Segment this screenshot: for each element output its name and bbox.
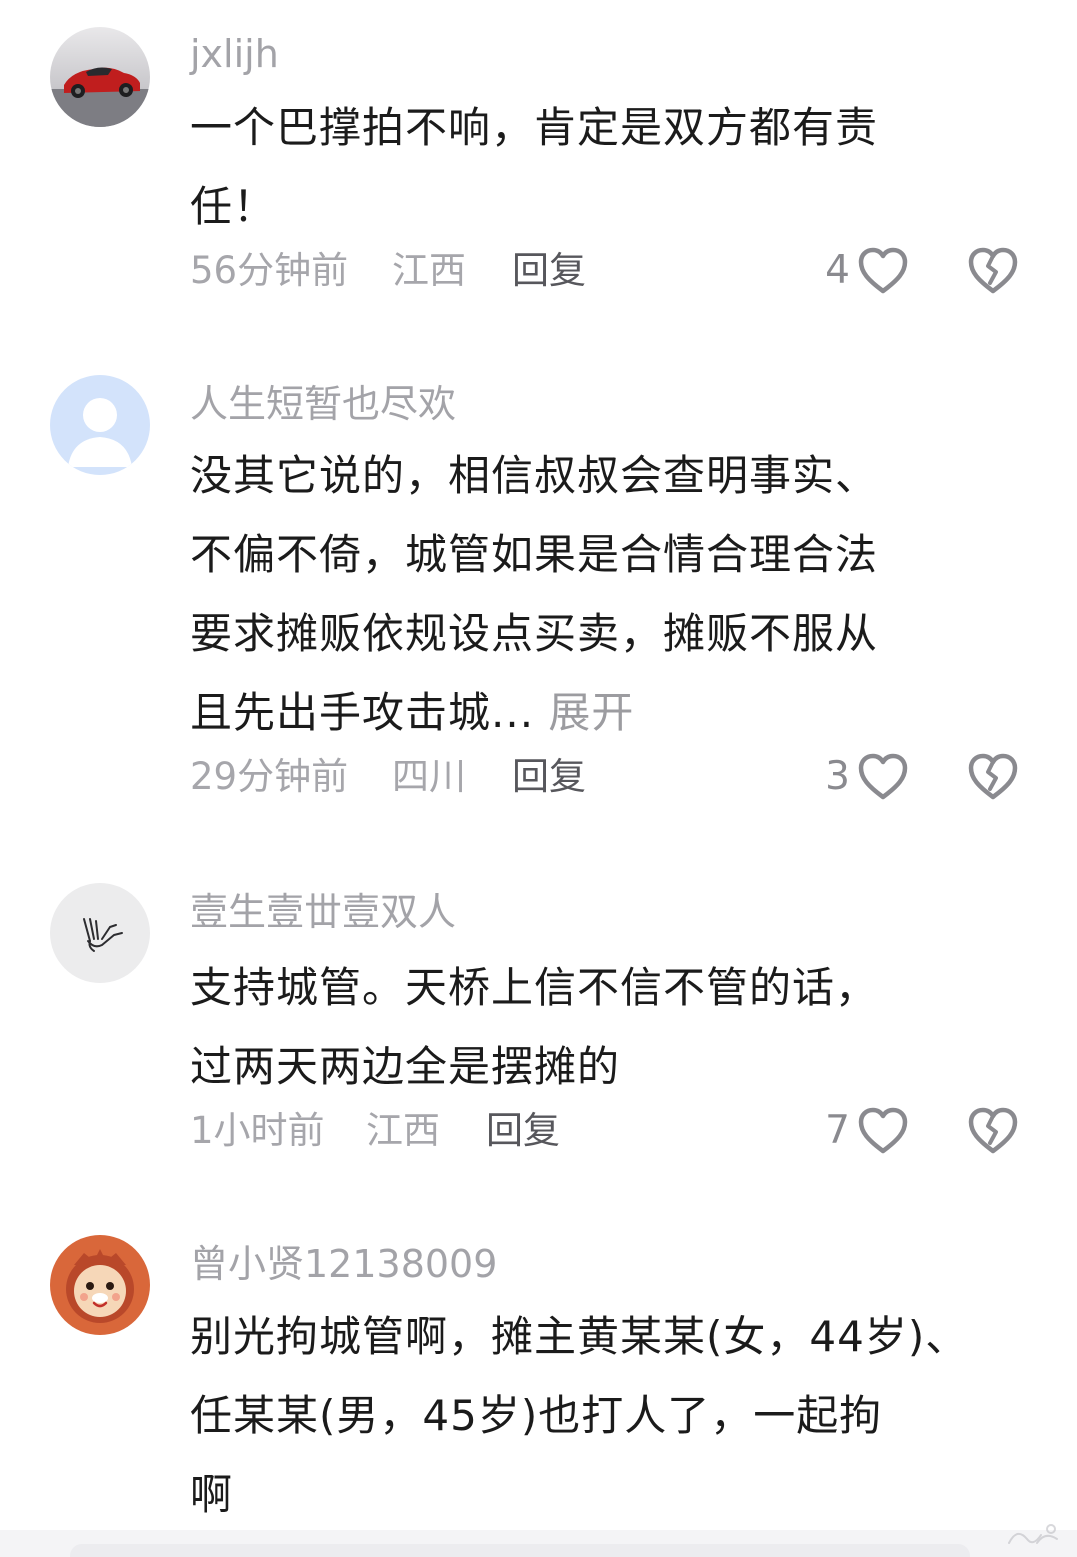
comment-input-pill[interactable]	[70, 1544, 970, 1557]
like-count: 7	[825, 1108, 850, 1153]
reply-button[interactable]: 回复	[512, 243, 586, 299]
like-count: 4	[825, 248, 850, 293]
username[interactable]: 人生短暂也尽欢	[190, 380, 456, 428]
comment-line: 任！	[190, 182, 277, 231]
comment-line-text: 且先出手攻击城...	[190, 688, 535, 737]
comment-text: 别光拘城管啊，摊主黄某某(女，44岁)、 任某某(男，45岁)也打人了，一起拘 …	[190, 1297, 1040, 1534]
comment-line: 过两天两边全是摆摊的	[190, 1042, 621, 1091]
comment-line: 一个巴撑拍不响，肯定是双方都有责	[190, 103, 879, 152]
avatar[interactable]	[50, 883, 150, 983]
bottom-input-bar[interactable]	[0, 1530, 1077, 1557]
timestamp: 1小时前	[190, 1109, 325, 1152]
username[interactable]: 壹生壹丗壹双人	[190, 888, 456, 936]
comment-list: jxlijh 一个巴撑拍不响，肯定是双方都有责 任！ 56分钟前 江西 回复 4	[0, 0, 1077, 1557]
watermark-logo-icon	[1008, 1524, 1058, 1544]
comment-text: 支持城管。天桥上信不信不管的话， 过两天两边全是摆摊的	[190, 948, 1040, 1106]
timestamp: 29分钟前	[190, 755, 349, 798]
comment-line: 要求摊贩依规设点买卖，摊贩不服从	[190, 609, 879, 658]
reply-button[interactable]: 回复	[486, 1103, 560, 1159]
location: 江西	[392, 249, 466, 292]
comment-line: 啊	[190, 1470, 234, 1519]
broken-heart-icon[interactable]	[966, 751, 1020, 803]
comment-line: 别光拘城管啊，摊主黄某某(女，44岁)、	[190, 1312, 969, 1361]
comment-line: 不偏不倚，城管如果是合情合理合法	[190, 530, 879, 579]
username[interactable]: 曾小贤12138009	[190, 1240, 497, 1288]
hand-gesture-avatar	[50, 883, 150, 983]
avatar[interactable]	[50, 375, 150, 475]
username[interactable]: jxlijh	[190, 30, 279, 78]
comment-text: 没其它说的，相信叔叔会查明事实、 不偏不倚，城管如果是合情合理合法 要求摊贩依规…	[190, 436, 1040, 752]
heart-outline-icon[interactable]	[856, 1105, 910, 1157]
red-sports-car-avatar	[50, 27, 150, 127]
reply-button[interactable]: 回复	[512, 749, 586, 805]
heart-outline-icon[interactable]	[856, 751, 910, 803]
heart-outline-icon[interactable]	[856, 245, 910, 297]
avatar[interactable]	[50, 1235, 150, 1335]
comment-meta: 29分钟前 四川 回复 3	[190, 749, 1040, 805]
comment-meta: 56分钟前 江西 回复 4	[190, 243, 1040, 299]
comment-meta: 1小时前 江西 回复 7	[190, 1103, 1040, 1159]
comment-text: 一个巴撑拍不响，肯定是双方都有责 任！	[190, 88, 1040, 246]
comment-line: 没其它说的，相信叔叔会查明事实、	[190, 451, 879, 500]
comment-line: 支持城管。天桥上信不信不管的话，	[190, 963, 879, 1012]
comment-line: 且先出手攻击城... 展开	[190, 673, 1040, 752]
avatar[interactable]	[50, 27, 150, 127]
comment-line: 任某某(男，45岁)也打人了，一起拘	[190, 1391, 883, 1440]
location: 四川	[392, 755, 466, 798]
cartoon-lion-avatar	[50, 1235, 150, 1335]
like-count: 3	[825, 754, 850, 799]
timestamp: 56分钟前	[190, 249, 349, 292]
broken-heart-icon[interactable]	[966, 245, 1020, 297]
default-user-avatar	[50, 375, 150, 475]
broken-heart-icon[interactable]	[966, 1105, 1020, 1157]
expand-link[interactable]: 展开	[534, 688, 634, 737]
location: 江西	[366, 1109, 440, 1152]
